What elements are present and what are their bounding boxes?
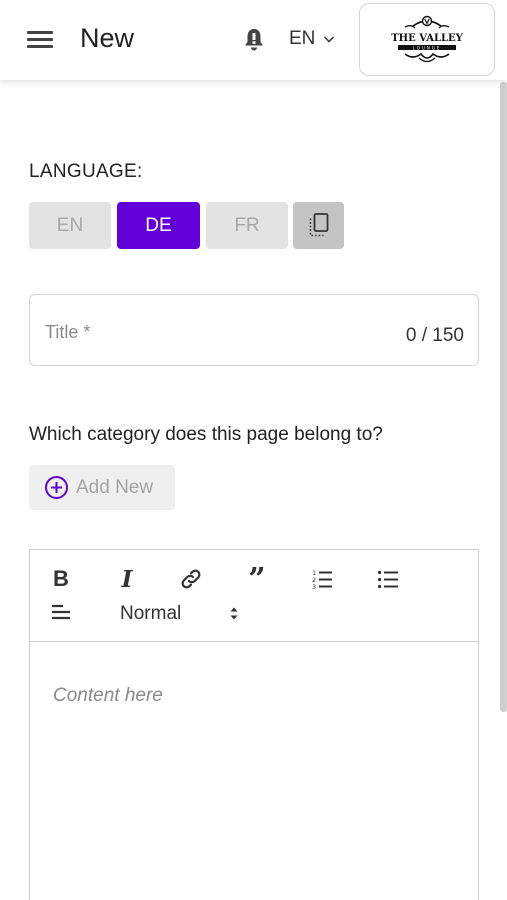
language-tab-de[interactable]: DE [117,202,200,249]
sort-updown-icon [230,607,238,620]
logo-subtext: LOUNGE [413,45,442,50]
language-tab-fr[interactable]: FR [206,202,288,249]
italic-button[interactable]: I [114,566,140,593]
editor-toolbar: B I ” 1 2 3 Normal [30,550,478,642]
hamburger-icon-bar [27,38,53,41]
svg-text:3: 3 [312,583,316,591]
category-question: Which category does this page belong to? [29,424,383,445]
bell-icon[interactable] [242,27,266,53]
link-icon [181,569,201,589]
plus-circle-icon [45,476,68,499]
brand-logo[interactable]: THE VALLEY LOUNGE [359,3,495,76]
chevron-down-icon [324,36,335,43]
rich-text-editor: B I ” 1 2 3 Normal Content here [29,549,479,900]
title-placeholder: Title * [45,322,91,342]
valley-lounge-logo: THE VALLEY LOUNGE [391,15,463,62]
align-left-icon [52,604,70,620]
text-format-value: Normal [120,603,182,624]
bold-button[interactable]: B [48,566,74,592]
hamburger-icon-bar [27,31,53,34]
language-dropdown-value: EN [289,28,316,49]
content-placeholder: Content here [53,685,163,706]
text-format-select[interactable]: Normal [119,601,239,627]
title-input[interactable]: Title * 0 / 150 [29,294,479,366]
bullet-list-icon [377,570,398,589]
language-tab-en[interactable]: EN [29,202,111,249]
app-header: New EN THE VALLEY LOUNGE [0,0,507,80]
blockquote-button[interactable]: ” [244,562,270,597]
add-category-button[interactable]: Add New [29,465,175,510]
bullet-list-button[interactable] [375,566,401,592]
hamburger-icon-bar [27,45,53,48]
scrollbar-thumb[interactable] [500,82,507,712]
ordered-list-icon: 1 2 3 [312,569,332,591]
copy-translation-button[interactable] [293,202,344,249]
page-title: New [80,23,135,53]
align-button[interactable] [48,600,74,626]
editor-content-area[interactable]: Content here [30,642,478,900]
title-char-counter: 0 / 150 [405,325,464,346]
add-category-label: Add New [76,476,154,498]
language-label: LANGUAGE: [29,161,143,182]
language-dropdown[interactable]: EN [289,28,335,50]
menu-button[interactable] [27,30,53,50]
copy-icon [309,212,328,236]
link-button[interactable] [178,566,204,592]
ordered-list-button[interactable]: 1 2 3 [309,566,335,592]
logo-text: THE VALLEY [391,33,463,44]
